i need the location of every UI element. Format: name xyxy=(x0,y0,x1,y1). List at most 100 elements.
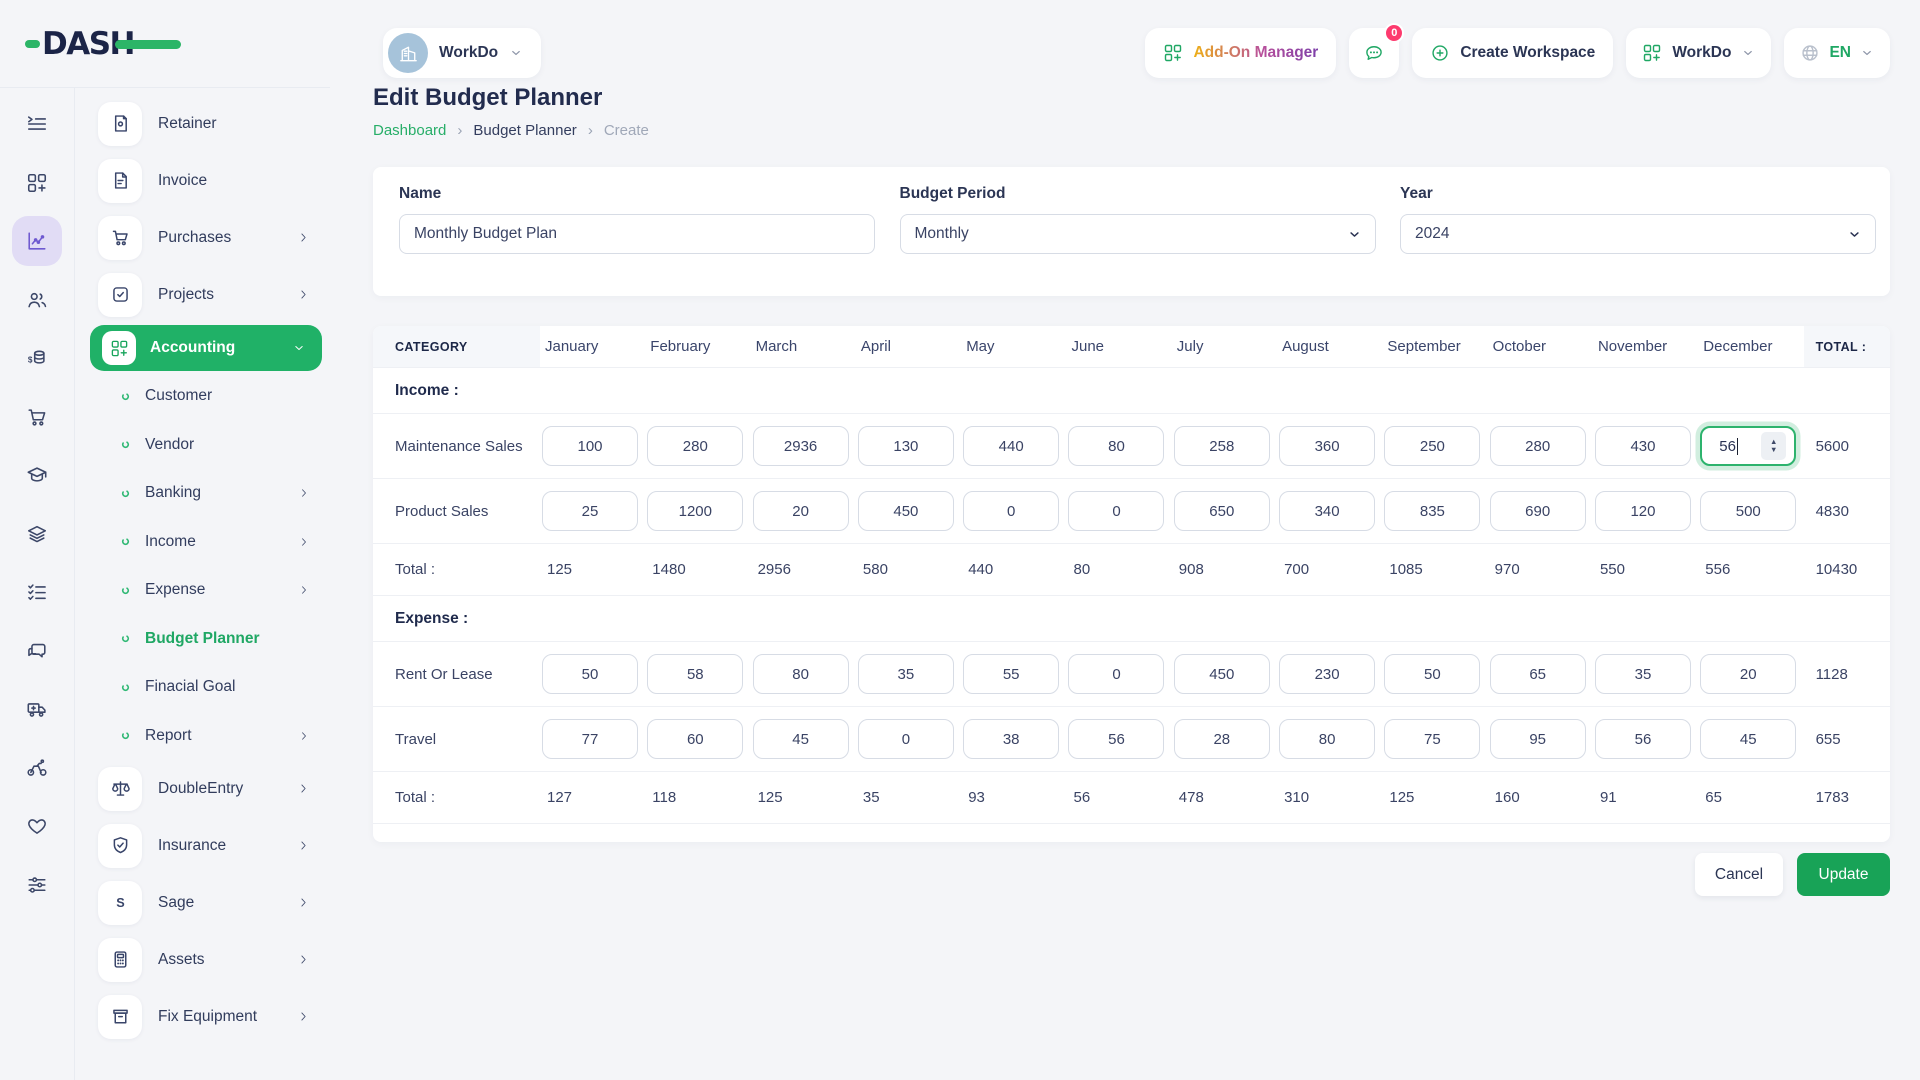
budget-input-maintenance-sales-july[interactable] xyxy=(1174,426,1270,466)
rail-item-heart[interactable] xyxy=(0,797,74,856)
budget-input-maintenance-sales-march[interactable] xyxy=(753,426,849,466)
budget-input-maintenance-sales-may[interactable] xyxy=(963,426,1059,466)
rail-item-coins[interactable]: $ xyxy=(0,329,74,388)
budget-input-rent-or-lease-december[interactable] xyxy=(1700,654,1796,694)
budget-input-product-sales-september[interactable] xyxy=(1384,491,1480,531)
budget-input-rent-or-lease-september[interactable] xyxy=(1384,654,1480,694)
budget-input-rent-or-lease-june[interactable] xyxy=(1068,654,1164,694)
budget-input-product-sales-november[interactable] xyxy=(1595,491,1691,531)
rail-item-graduation[interactable] xyxy=(0,446,74,505)
budget-input-product-sales-april[interactable] xyxy=(858,491,954,531)
budget-input-travel-october[interactable] xyxy=(1490,719,1586,759)
messages-button[interactable]: 0 xyxy=(1349,28,1399,78)
rail-item-layers[interactable] xyxy=(0,505,74,564)
workspace-switcher[interactable]: WorkDo xyxy=(383,28,541,78)
budget-input-maintenance-sales-june[interactable] xyxy=(1068,426,1164,466)
language-selector[interactable]: EN xyxy=(1784,28,1890,78)
budget-input-maintenance-sales-january[interactable] xyxy=(542,426,638,466)
breadcrumb-dashboard[interactable]: Dashboard xyxy=(373,122,446,139)
budget-input-product-sales-january[interactable] xyxy=(542,491,638,531)
sidebar-item-accounting[interactable]: Accounting xyxy=(90,325,322,371)
budget-input-maintenance-sales-february[interactable] xyxy=(647,426,743,466)
budget-input-rent-or-lease-april[interactable] xyxy=(858,654,954,694)
budget-input-product-sales-august[interactable] xyxy=(1279,491,1375,531)
budget-input-rent-or-lease-november[interactable] xyxy=(1595,654,1691,694)
budget-input-travel-april[interactable] xyxy=(858,719,954,759)
budget-input-travel-may[interactable] xyxy=(963,719,1059,759)
rail-item-truck[interactable] xyxy=(0,680,74,739)
budget-input-rent-or-lease-february[interactable] xyxy=(647,654,743,694)
budget-input-travel-september[interactable] xyxy=(1384,719,1480,759)
budget-input-product-sales-february[interactable] xyxy=(647,491,743,531)
budget-input-rent-or-lease-january[interactable] xyxy=(542,654,638,694)
budget-input-travel-november[interactable] xyxy=(1595,719,1691,759)
budget-input-maintenance-sales-august[interactable] xyxy=(1279,426,1375,466)
budget-input-maintenance-sales-september[interactable] xyxy=(1384,426,1480,466)
sidebar-item-budget-planner[interactable]: Budget Planner xyxy=(75,615,330,664)
rail-item-chat-duo[interactable] xyxy=(0,622,74,681)
sidebar-item-assets[interactable]: Assets xyxy=(75,931,330,988)
budget-input-travel-july[interactable] xyxy=(1174,719,1270,759)
sidebar-item-projects[interactable]: Projects xyxy=(75,266,330,323)
number-spinner[interactable]: ▲▼ xyxy=(1761,432,1786,460)
workdo-menu-button[interactable]: WorkDo xyxy=(1626,28,1771,78)
shield-icon xyxy=(110,835,131,856)
budget-input-maintenance-sales-december[interactable]: 56▲▼ xyxy=(1700,426,1796,466)
sidebar-item-invoice[interactable]: Invoice xyxy=(75,152,330,209)
create-workspace-button[interactable]: Create Workspace xyxy=(1412,28,1613,78)
name-input[interactable] xyxy=(399,214,875,254)
sidebar-item-report[interactable]: Report xyxy=(75,712,330,761)
total-income-april: 580 xyxy=(856,561,961,578)
budget-input-product-sales-december[interactable] xyxy=(1700,491,1796,531)
budget-input-rent-or-lease-july[interactable] xyxy=(1174,654,1270,694)
sidebar-item-finacial-goal[interactable]: Finacial Goal xyxy=(75,663,330,712)
budget-input-rent-or-lease-may[interactable] xyxy=(963,654,1059,694)
cancel-button[interactable]: Cancel xyxy=(1695,853,1783,896)
sidebar-item-expense[interactable]: Expense xyxy=(75,566,330,615)
breadcrumb-budget-planner[interactable]: Budget Planner xyxy=(473,122,576,139)
budget-input-product-sales-may[interactable] xyxy=(963,491,1059,531)
budget-input-travel-december[interactable] xyxy=(1700,719,1796,759)
subdot-icon xyxy=(120,682,131,693)
rail-item-users[interactable] xyxy=(0,271,74,330)
budget-input-travel-february[interactable] xyxy=(647,719,743,759)
sidebar-item-customer[interactable]: Customer xyxy=(75,372,330,421)
budget-period-select[interactable]: Monthly xyxy=(900,214,1376,254)
budget-input-product-sales-june[interactable] xyxy=(1068,491,1164,531)
rail-item-grid-plus[interactable] xyxy=(0,154,74,213)
sidebar-item-doubleentry[interactable]: DoubleEntry xyxy=(75,760,330,817)
sidebar-item-fix-equipment[interactable]: Fix Equipment xyxy=(75,988,330,1045)
rail-item-chart[interactable] xyxy=(0,212,74,271)
sidebar-item-vendor[interactable]: Vendor xyxy=(75,421,330,470)
budget-input-travel-june[interactable] xyxy=(1068,719,1164,759)
budget-input-product-sales-october[interactable] xyxy=(1490,491,1586,531)
budget-input-travel-january[interactable] xyxy=(542,719,638,759)
rail-item-checklist[interactable] xyxy=(0,563,74,622)
sidebar-item-insurance[interactable]: Insurance xyxy=(75,817,330,874)
chev-right-icon xyxy=(297,288,310,301)
budget-input-rent-or-lease-august[interactable] xyxy=(1279,654,1375,694)
rail-item-cart[interactable] xyxy=(0,388,74,447)
sidebar-item-income[interactable]: Income xyxy=(75,518,330,567)
table-header-category: CATEGORY xyxy=(373,326,540,367)
rail-item-sliders[interactable] xyxy=(0,856,74,915)
budget-input-maintenance-sales-october[interactable] xyxy=(1490,426,1586,466)
sidebar-item-purchases[interactable]: Purchases xyxy=(75,209,330,266)
addon-manager-button[interactable]: Add-On Manager xyxy=(1145,28,1336,78)
budget-input-travel-august[interactable] xyxy=(1279,719,1375,759)
rail-item-playlist[interactable] xyxy=(0,95,74,154)
rail-item-bike[interactable] xyxy=(0,739,74,798)
budget-input-maintenance-sales-november[interactable] xyxy=(1595,426,1691,466)
budget-input-rent-or-lease-march[interactable] xyxy=(753,654,849,694)
brand-logo[interactable]: DASH xyxy=(25,26,134,62)
update-button[interactable]: Update xyxy=(1797,853,1890,896)
budget-input-product-sales-march[interactable] xyxy=(753,491,849,531)
budget-input-product-sales-july[interactable] xyxy=(1174,491,1270,531)
year-select[interactable]: 2024 xyxy=(1400,214,1876,254)
sidebar-item-banking[interactable]: Banking xyxy=(75,469,330,518)
budget-input-rent-or-lease-october[interactable] xyxy=(1490,654,1586,694)
sidebar-item-retainer[interactable]: Retainer xyxy=(75,95,330,152)
budget-input-maintenance-sales-april[interactable] xyxy=(858,426,954,466)
budget-input-travel-march[interactable] xyxy=(753,719,849,759)
sidebar-item-sage[interactable]: SSage xyxy=(75,874,330,931)
